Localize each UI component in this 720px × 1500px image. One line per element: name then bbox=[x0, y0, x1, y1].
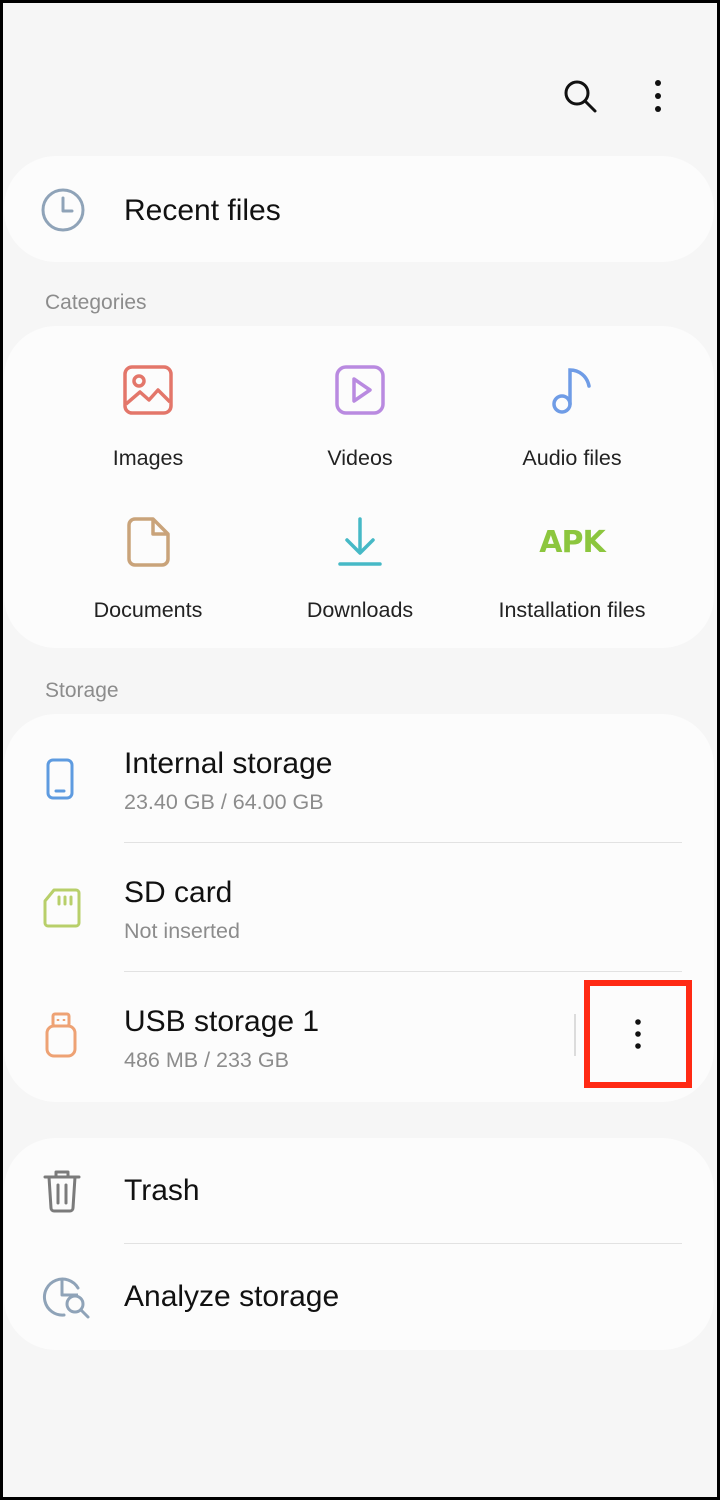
storage-item-sd-card[interactable]: SD card Not inserted bbox=[4, 843, 714, 971]
more-vertical-icon bbox=[635, 1019, 641, 1049]
more-options-button[interactable] bbox=[636, 70, 680, 122]
recent-files-item[interactable]: Recent files bbox=[4, 156, 714, 262]
video-icon bbox=[335, 365, 385, 415]
document-icon bbox=[127, 517, 170, 567]
category-label: Documents bbox=[93, 598, 203, 622]
category-label: Images bbox=[112, 446, 184, 470]
category-audio-files[interactable]: Audio files bbox=[466, 360, 678, 471]
clock-icon bbox=[41, 188, 85, 232]
category-label: Installation files bbox=[498, 598, 646, 622]
top-app-bar bbox=[558, 70, 680, 122]
storage-title: USB storage 1 bbox=[124, 1005, 320, 1038]
categories-header: Categories bbox=[45, 291, 147, 314]
phone-icon bbox=[46, 758, 74, 800]
trash-icon bbox=[43, 1170, 81, 1213]
storage-title: Internal storage bbox=[124, 747, 333, 780]
category-videos[interactable]: Videos bbox=[254, 360, 466, 471]
storage-usage: 23.40 GB / 64.00 GB bbox=[124, 790, 324, 814]
storage-header: Storage bbox=[45, 679, 119, 702]
category-downloads[interactable]: Downloads bbox=[254, 512, 466, 623]
storage-usage: 486 MB / 233 GB bbox=[124, 1048, 289, 1072]
usb-drive-icon bbox=[45, 1012, 77, 1058]
search-icon bbox=[564, 80, 597, 113]
category-label: Videos bbox=[327, 446, 393, 470]
apk-icon: APK bbox=[539, 524, 605, 560]
sd-card-icon bbox=[43, 888, 81, 928]
category-images[interactable]: Images bbox=[42, 360, 254, 471]
download-icon bbox=[338, 517, 382, 566]
trash-label: Trash bbox=[124, 1174, 200, 1207]
analyze-storage-label: Analyze storage bbox=[124, 1280, 340, 1313]
category-installation-files[interactable]: APK Installation files bbox=[466, 512, 678, 623]
storage-title: SD card bbox=[124, 876, 233, 909]
more-vertical-icon bbox=[655, 80, 661, 112]
analyze-storage-item[interactable]: Analyze storage bbox=[4, 1244, 714, 1350]
storage-status: Not inserted bbox=[124, 919, 240, 943]
usb-more-options-button[interactable] bbox=[584, 980, 692, 1088]
category-label: Downloads bbox=[306, 598, 414, 622]
recent-files-label: Recent files bbox=[124, 194, 281, 227]
tools-card: Trash Analyze storage bbox=[4, 1138, 714, 1350]
analyze-storage-icon bbox=[43, 1277, 90, 1319]
trash-item[interactable]: Trash bbox=[4, 1138, 714, 1244]
category-label: Audio files bbox=[522, 446, 622, 470]
music-note-icon bbox=[552, 368, 591, 414]
search-button[interactable] bbox=[558, 70, 602, 122]
usb-separator bbox=[574, 1014, 576, 1056]
categories-card: Images Videos Audio files Documents Down… bbox=[4, 326, 714, 648]
image-icon bbox=[123, 365, 173, 415]
category-documents[interactable]: Documents bbox=[42, 512, 254, 623]
storage-item-internal[interactable]: Internal storage 23.40 GB / 64.00 GB bbox=[4, 714, 714, 842]
